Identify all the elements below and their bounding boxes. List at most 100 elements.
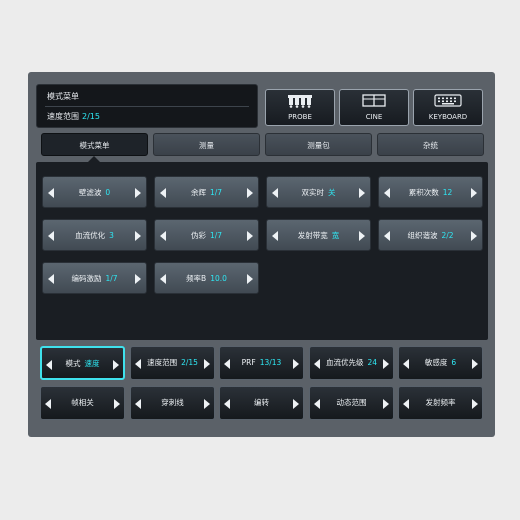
param-label: 发射带宽 — [297, 231, 328, 240]
arrow-right-icon[interactable] — [114, 399, 120, 409]
arrow-right-icon[interactable] — [472, 399, 478, 409]
param-value: 关 — [328, 188, 336, 197]
param-label: 壁滤波 — [78, 188, 102, 197]
param-value: 1/7 — [209, 188, 223, 197]
param-accumulation[interactable]: 累积次数 12 — [378, 176, 483, 208]
bottom-label: 帧相关 — [71, 398, 94, 407]
param-value: 2/2 — [441, 231, 454, 240]
arrow-left-icon[interactable] — [135, 399, 141, 409]
arrow-left-icon[interactable] — [160, 188, 166, 198]
bottom-frame-correlation[interactable]: 帧相关 — [40, 386, 125, 420]
param-wall-filter[interactable]: 壁滤波 0 — [42, 176, 147, 208]
tab-measure[interactable]: 测量 — [153, 133, 260, 156]
bottom-tx-frequency[interactable]: 发射频率 — [398, 386, 483, 420]
arrow-left-icon[interactable] — [160, 274, 166, 284]
arrow-right-icon[interactable] — [383, 359, 389, 369]
bottom-flow-priority[interactable]: 血流优先级 24 — [309, 346, 394, 380]
arrow-right-icon[interactable] — [383, 399, 389, 409]
arrow-left-icon[interactable] — [46, 360, 52, 370]
bottom-label: 动态范围 — [336, 398, 367, 407]
arrow-left-icon[interactable] — [224, 399, 230, 409]
param-tissue-harmonic[interactable]: 组织谐波 2/2 — [378, 219, 483, 251]
arrow-right-icon[interactable] — [247, 274, 253, 284]
breadcrumb-sub-value: 2/15 — [82, 112, 100, 121]
cine-icon — [362, 94, 386, 107]
arrow-left-icon[interactable] — [135, 359, 141, 369]
tab-measure-package[interactable]: 测量包 — [265, 133, 372, 156]
arrow-right-icon[interactable] — [472, 359, 478, 369]
arrow-right-icon[interactable] — [135, 188, 141, 198]
arrow-right-icon[interactable] — [247, 188, 253, 198]
probe-button[interactable]: PROBE — [265, 89, 335, 126]
bottom-prf[interactable]: PRF 13/13 — [219, 346, 304, 380]
param-label: 频率B — [186, 274, 207, 283]
tab-misc[interactable]: 杂统 — [377, 133, 484, 156]
param-tx-bandwidth[interactable]: 发射带宽宽 — [266, 219, 371, 251]
bottom-value: 2/15 — [181, 358, 198, 367]
arrow-right-icon[interactable] — [293, 399, 299, 409]
bottom-dynamic-range[interactable]: 动态范围 — [309, 386, 394, 420]
breadcrumb-divider — [45, 106, 249, 107]
keyboard-icon — [434, 94, 462, 107]
bottom-value: 13/13 — [259, 358, 282, 367]
bottom-flip[interactable]: 编转 — [219, 386, 304, 420]
arrow-left-icon[interactable] — [45, 399, 51, 409]
arrow-left-icon[interactable] — [224, 359, 230, 369]
arrow-left-icon[interactable] — [403, 399, 409, 409]
param-pseudo-color[interactable]: 伪彩 1/7 — [154, 219, 259, 251]
bottom-mode[interactable]: 模式 速度 — [40, 346, 125, 380]
bottom-value: 速度 — [84, 359, 100, 368]
arrow-right-icon[interactable] — [113, 360, 119, 370]
param-label: 组织谐波 — [407, 231, 438, 240]
param-value: 0 — [105, 188, 111, 197]
arrow-left-icon[interactable] — [384, 231, 390, 241]
arrow-left-icon[interactable] — [314, 399, 320, 409]
param-label: 伪彩 — [190, 231, 206, 240]
keyboard-button[interactable]: KEYBOARD — [413, 89, 483, 126]
param-flow-optimization[interactable]: 血流优化 3 — [42, 219, 147, 251]
bottom-value: 6 — [451, 358, 457, 367]
cine-button[interactable]: CINE — [339, 89, 409, 126]
bottom-label: PRF — [241, 358, 256, 367]
arrow-left-icon[interactable] — [403, 359, 409, 369]
breadcrumb-sub-label: 速度范围 — [47, 112, 79, 121]
arrow-right-icon[interactable] — [135, 274, 141, 284]
arrow-right-icon[interactable] — [471, 231, 477, 241]
arrow-left-icon[interactable] — [272, 188, 278, 198]
param-value: 宽 — [331, 231, 340, 240]
param-dual-live[interactable]: 双实时关 — [266, 176, 371, 208]
arrow-left-icon[interactable] — [48, 231, 54, 241]
param-value: 10.0 — [210, 274, 227, 283]
arrow-right-icon[interactable] — [247, 231, 253, 241]
tab-mode-menu[interactable]: 模式菜单 — [41, 133, 148, 156]
breadcrumb: 模式菜单 速度范围 2/15 — [36, 84, 258, 128]
arrow-left-icon[interactable] — [384, 188, 390, 198]
param-value: 1/7 — [105, 274, 118, 283]
arrow-left-icon[interactable] — [48, 274, 54, 284]
param-label: 编码激励 — [71, 274, 102, 283]
bottom-velocity-range[interactable]: 速度范围 2/15 — [130, 346, 215, 380]
arrow-right-icon[interactable] — [135, 231, 141, 241]
arrow-left-icon[interactable] — [160, 231, 166, 241]
param-frequency-b[interactable]: 频率B 10.0 — [154, 262, 259, 294]
bottom-label: 敏感度 — [424, 358, 448, 367]
bottom-label: 速度范围 — [147, 358, 178, 367]
bottom-label: 编转 — [254, 398, 269, 407]
arrow-right-icon[interactable] — [204, 359, 210, 369]
arrow-right-icon[interactable] — [471, 188, 477, 198]
bottom-label: 发射频率 — [425, 398, 456, 407]
arrow-right-icon[interactable] — [359, 188, 365, 198]
bottom-sensitivity[interactable]: 敏感度 6 — [398, 346, 483, 380]
param-label: 血流优化 — [75, 231, 106, 240]
bottom-biopsy-line[interactable]: 穿刺线 — [130, 386, 215, 420]
probe-label: PROBE — [288, 113, 312, 121]
arrow-right-icon[interactable] — [359, 231, 365, 241]
arrow-left-icon[interactable] — [314, 359, 320, 369]
arrow-left-icon[interactable] — [48, 188, 54, 198]
bottom-value: 24 — [367, 358, 378, 367]
param-persistence[interactable]: 余辉 1/7 — [154, 176, 259, 208]
arrow-right-icon[interactable] — [293, 359, 299, 369]
arrow-left-icon[interactable] — [272, 231, 278, 241]
param-coded-excitation[interactable]: 编码激励 1/7 — [42, 262, 147, 294]
arrow-right-icon[interactable] — [204, 399, 210, 409]
